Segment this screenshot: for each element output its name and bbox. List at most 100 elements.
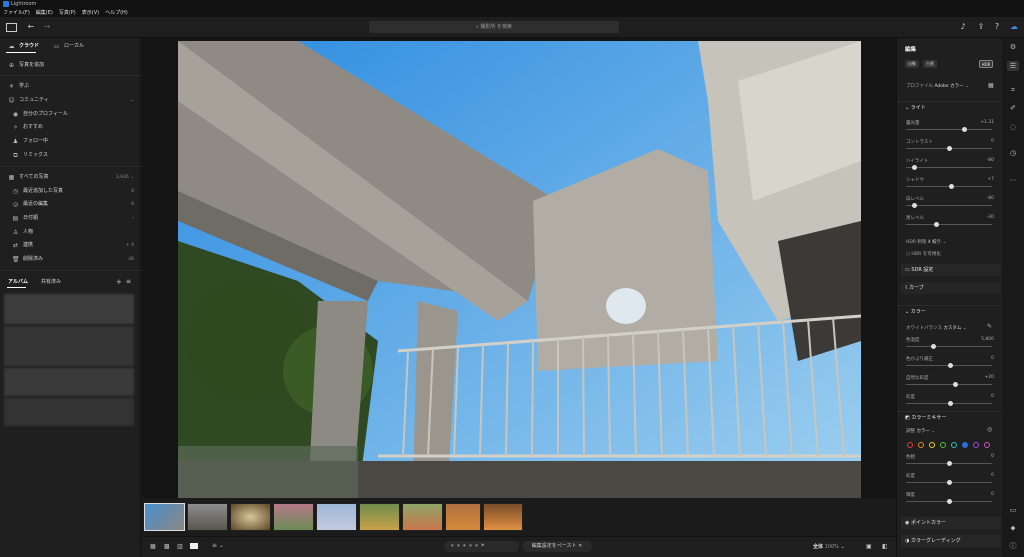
curve-section-header[interactable]: ⌇ カーブ <box>901 282 1001 294</box>
light-slider-track-0[interactable] <box>906 127 992 132</box>
recently-added-item[interactable]: ◷ 最近追加した写真 8 <box>0 185 141 198</box>
cloud-sync-icon[interactable]: ☁ <box>1009 22 1019 32</box>
mixer-slider-knob-1[interactable] <box>946 480 952 485</box>
adjust-sliders-icon[interactable]: ☰ <box>1007 61 1019 71</box>
mixer-color-swatch-0[interactable] <box>907 442 913 448</box>
mixer-target-row[interactable]: 調整 カラー ⌄ <box>906 428 935 434</box>
forward-arrow-icon[interactable]: → <box>42 22 52 32</box>
close-icon[interactable]: ✕ <box>578 543 582 549</box>
mixer-color-swatch-2[interactable] <box>929 442 935 448</box>
menu-help[interactable]: ヘルプ(H) <box>105 10 128 16</box>
crop-icon[interactable]: ⌗ <box>1007 85 1019 95</box>
back-arrow-icon[interactable]: ← <box>26 22 36 32</box>
edit-tool-icon[interactable]: ⚙ <box>1007 42 1019 52</box>
mixer-color-swatch-3[interactable] <box>940 442 946 448</box>
by-date-item[interactable]: ▤ 日付順 › <box>0 212 141 225</box>
filmstrip-thumb[interactable] <box>359 503 400 531</box>
mixer-color-swatch-7[interactable] <box>984 442 990 448</box>
light-slider-value-1[interactable]: 0 <box>980 139 994 144</box>
hdr-button[interactable]: HDR <box>979 60 993 68</box>
mixer-slider-knob-2[interactable] <box>946 499 952 504</box>
eyedropper-icon[interactable]: ✎ <box>987 323 992 330</box>
tab-local[interactable]: ▭ ローカル <box>45 40 85 53</box>
community-remix[interactable]: ⧉ リミックス <box>0 149 141 162</box>
mixer-color-swatch-6[interactable] <box>973 442 979 448</box>
filmstrip-thumb[interactable] <box>273 503 314 531</box>
mixer-slider-track-1[interactable] <box>906 480 992 485</box>
menu-photo[interactable]: 写真(P) <box>59 10 76 16</box>
point-color-header[interactable]: ◉ ポイントカラー <box>901 517 1001 529</box>
mixer-slider-value-2[interactable]: 0 <box>980 492 994 497</box>
color-slider-knob-0[interactable] <box>931 344 937 349</box>
color-section-header[interactable]: ⌄ カラー <box>897 305 1001 317</box>
connections-item[interactable]: ⇄ 連携 + 4 <box>0 239 141 252</box>
light-slider-value-4[interactable]: -80 <box>980 196 994 201</box>
color-grading-header[interactable]: ◑ カラーグレーディング <box>901 535 1001 547</box>
menu-file[interactable]: ファイル(F) <box>3 10 30 16</box>
color-slider-value-0[interactable]: 5,800 <box>980 337 994 342</box>
mixer-color-swatch-4[interactable] <box>951 442 957 448</box>
connections-add[interactable]: + 4 <box>126 239 134 252</box>
filmstrip-thumb[interactable] <box>230 503 271 531</box>
compare-icon[interactable]: ▣ <box>866 543 872 550</box>
light-slider-track-2[interactable] <box>906 165 992 170</box>
bw-button[interactable]: 白黒 <box>923 60 937 68</box>
search-input[interactable]: ⌕ 撮影所 を検索 <box>369 21 619 33</box>
mixer-color-swatch-5[interactable] <box>962 442 968 448</box>
history-icon[interactable]: ◷ <box>1007 148 1019 158</box>
profile-row[interactable]: プロファイル Adobe カラー ⌄ <box>906 83 969 89</box>
menu-edit[interactable]: 編集(E) <box>36 10 53 16</box>
mixer-slider-value-1[interactable]: 0 <box>980 473 994 478</box>
recent-edits-item[interactable]: ◶ 最近の編集 8 <box>0 198 141 211</box>
light-slider-knob-0[interactable] <box>961 127 967 132</box>
view-detail-icon[interactable]: ▥ <box>177 543 183 550</box>
comment-icon[interactable]: ▭ <box>1007 505 1019 515</box>
color-slider-track-1[interactable] <box>906 363 992 368</box>
hdr-limit-row[interactable]: HDR 制限 4 絞り ⌄ <box>906 239 946 245</box>
add-photos-button[interactable]: ⊕ 写真を追加 <box>0 59 141 72</box>
learn-item[interactable]: ☀ 学ぶ <box>0 80 141 93</box>
community-item[interactable]: ☺ コミュニティ ⌄ <box>0 94 141 107</box>
light-slider-value-5[interactable]: -30 <box>980 215 994 220</box>
light-slider-value-2[interactable]: -80 <box>980 158 994 163</box>
people-item[interactable]: ♙ 人物 <box>0 226 141 239</box>
white-balance-row[interactable]: ホワイトバランス カスタム ⌄ <box>906 325 967 331</box>
sdr-settings-button[interactable]: ▭ SDR 設定 <box>901 264 1001 276</box>
filmstrip-thumb[interactable] <box>187 503 228 531</box>
masking-icon[interactable]: ◌ <box>1007 122 1019 132</box>
light-slider-track-4[interactable] <box>906 203 992 208</box>
notification-bell-icon[interactable]: ♪ <box>958 22 968 32</box>
hdr-preview-checkbox[interactable]: ○ HDR を可視化 <box>906 251 941 257</box>
mixer-slider-value-0[interactable]: 0 <box>980 454 994 459</box>
info-icon[interactable]: ⓘ <box>1007 541 1019 551</box>
light-slider-value-0[interactable]: +1.31 <box>980 120 994 125</box>
target-adjust-icon[interactable]: ◎ <box>987 426 992 433</box>
color-slider-value-3[interactable]: 0 <box>980 394 994 399</box>
light-slider-knob-5[interactable] <box>933 222 939 227</box>
auto-button[interactable]: 自動 <box>905 60 919 68</box>
community-recommended[interactable]: ✧ おすすめ <box>0 121 141 134</box>
light-section-header[interactable]: ⌄ ライト <box>897 101 1001 113</box>
before-after-icon[interactable]: ◧ <box>882 543 888 550</box>
community-profile[interactable]: ◉ 自分のプロフィール <box>0 108 141 121</box>
color-slider-value-1[interactable]: 0 <box>980 356 994 361</box>
light-slider-track-3[interactable] <box>906 184 992 189</box>
sort-menu-icon[interactable]: ≡ ⌄ <box>212 542 224 549</box>
tab-shared[interactable]: 共有済み <box>22 276 62 289</box>
light-slider-knob-1[interactable] <box>946 146 952 151</box>
presets-icon[interactable]: ⋯ <box>1007 175 1019 185</box>
menu-view[interactable]: 表示(V) <box>82 10 99 16</box>
star-rating[interactable]: ★ ★ ★ ★ ★ ⚑ <box>444 541 519 552</box>
mixer-slider-knob-0[interactable] <box>946 461 952 466</box>
color-slider-track-3[interactable] <box>906 401 992 406</box>
zoom-fit[interactable]: 全体 100% ⌄ <box>813 543 845 550</box>
light-slider-value-3[interactable]: +7 <box>980 177 994 182</box>
filmstrip-thumb[interactable] <box>144 503 185 531</box>
color-mixer-header[interactable]: ◩ カラーミキサー <box>897 411 1001 423</box>
color-slider-track-0[interactable] <box>906 344 992 349</box>
mixer-slider-track-0[interactable] <box>906 461 992 466</box>
add-album-icon[interactable]: + <box>116 278 122 286</box>
panel-toggle-icon[interactable] <box>6 23 17 32</box>
community-following[interactable]: ♟ フォロー中 <box>0 135 141 148</box>
color-slider-track-2[interactable] <box>906 382 992 387</box>
